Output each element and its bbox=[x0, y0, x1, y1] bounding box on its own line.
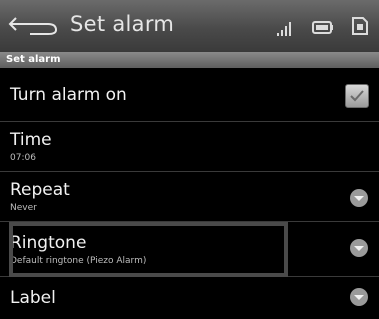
turn-alarm-on-label: Turn alarm on bbox=[10, 85, 127, 105]
time-value: 07:06 bbox=[10, 153, 36, 163]
signal-strength-icon bbox=[277, 22, 291, 36]
repeat-label: Repeat bbox=[10, 180, 70, 200]
sim-card-icon bbox=[352, 17, 368, 35]
section-header: Set alarm bbox=[0, 52, 379, 68]
ringtone-value: Default ringtone (Piezo Alarm) bbox=[10, 256, 147, 266]
battery-icon bbox=[312, 21, 333, 34]
checkmark-icon bbox=[350, 90, 364, 102]
chevron-down-icon[interactable] bbox=[349, 238, 369, 258]
time-row[interactable]: Time 07:06 bbox=[0, 122, 379, 172]
ringtone-label: Ringtone bbox=[10, 233, 87, 253]
label-label: Label bbox=[10, 288, 56, 308]
chevron-down-icon[interactable] bbox=[349, 188, 369, 208]
time-label: Time bbox=[10, 130, 52, 150]
ringtone-row[interactable]: Ringtone Default ringtone (Piezo Alarm) bbox=[0, 222, 379, 277]
turn-alarm-on-row[interactable]: Turn alarm on bbox=[0, 70, 379, 122]
repeat-row[interactable]: Repeat Never bbox=[0, 172, 379, 222]
alarm-checkbox[interactable] bbox=[345, 84, 369, 108]
chevron-down-icon[interactable] bbox=[349, 287, 369, 307]
page-title: Set alarm bbox=[70, 12, 175, 36]
repeat-value: Never bbox=[10, 203, 37, 213]
label-row[interactable]: Label bbox=[0, 277, 379, 319]
title-bar: Set alarm bbox=[0, 0, 379, 52]
back-arrow-icon[interactable] bbox=[8, 14, 60, 36]
